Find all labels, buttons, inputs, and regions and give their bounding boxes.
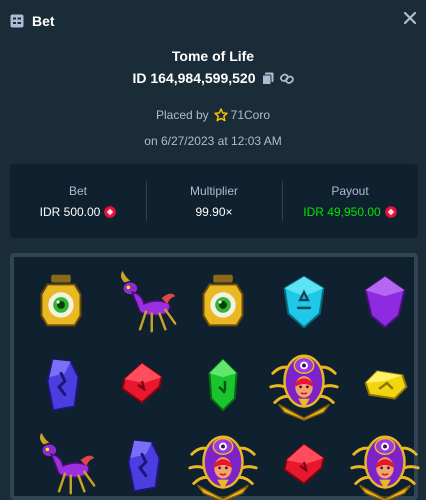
slot-symbol-spider-queen [184, 425, 262, 500]
slot-symbol-yellow-gem [346, 344, 424, 422]
slot-symbol-blue-rune-gem [103, 425, 181, 500]
stat-bet-value: IDR 500.00 [40, 205, 117, 219]
slot-symbol-eye-lantern [22, 263, 100, 341]
idr-coin-icon [104, 205, 117, 218]
link-icon[interactable] [279, 72, 294, 85]
slot-symbol-purple-creature [22, 425, 100, 500]
bet-amount: IDR 500.00 [39, 204, 101, 219]
stat-multiplier-label: Multiplier [189, 183, 238, 198]
stat-bet-label: Bet [68, 183, 87, 198]
modal-header: Bet [0, 0, 426, 42]
slot-symbol-spider-queen [265, 344, 343, 422]
close-icon[interactable] [402, 11, 418, 28]
slot-symbol-blue-rune-gem [22, 344, 100, 422]
slot-symbol-cyan-gem [265, 263, 343, 341]
bet-id-row: ID 164,984,599,520 [0, 70, 426, 86]
slot-symbol-spider-queen [346, 425, 424, 500]
star-icon [213, 108, 228, 122]
stat-bet: Bet IDR 500.00 [10, 164, 146, 238]
slot-symbol-green-gem [184, 344, 262, 422]
slot-symbol-red-gem [103, 344, 181, 422]
slot-symbol-purple-gem [346, 263, 424, 341]
payout-amount: IDR 49,950.00 [303, 204, 381, 219]
stat-payout-value: IDR 49,950.00 [303, 204, 397, 219]
copy-icon[interactable] [261, 72, 274, 85]
slot-symbol-red-gem [265, 425, 343, 500]
slot-grid [22, 263, 420, 500]
stat-payout: Payout IDR 49,950.00 [282, 164, 418, 238]
modal-title: Bet [32, 13, 55, 29]
placed-by-row: Placed by 71Coro [0, 108, 426, 122]
stat-multiplier-value: 99.90× [195, 204, 233, 219]
slot-symbol-eye-lantern [184, 263, 262, 341]
bet-id: ID 164,984,599,520 [132, 70, 256, 86]
stat-multiplier: Multiplier 99.90× [146, 164, 282, 238]
bet-stats-panel: Bet IDR 500.00 Multiplier 99.90× Payout … [10, 164, 418, 238]
game-name[interactable]: Tome of Life [0, 48, 426, 64]
bet-slip-icon [10, 14, 24, 28]
stat-payout-label: Payout [331, 183, 369, 198]
slot-board [10, 253, 420, 500]
username-link[interactable]: 71Coro [231, 108, 270, 122]
idr-coin-icon [384, 205, 397, 218]
placed-by-label: Placed by [155, 108, 209, 122]
slot-symbol-purple-creature [103, 263, 181, 341]
bet-date: on 6/27/2023 at 12:03 AM [144, 134, 282, 148]
